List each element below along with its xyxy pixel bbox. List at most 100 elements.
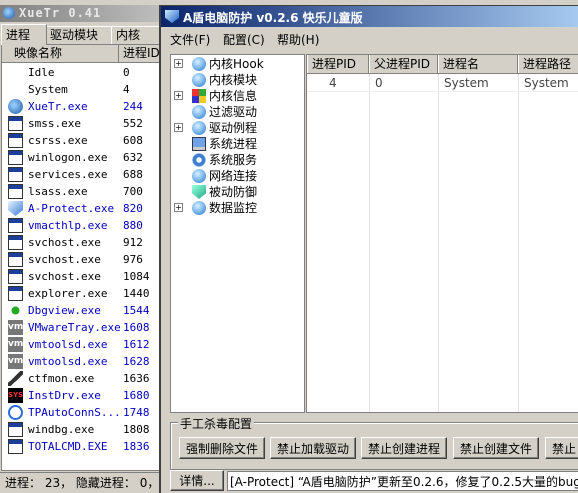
details-button[interactable]: 详情... <box>170 470 224 491</box>
block-file-create-button[interactable]: 禁止创建文件 <box>453 437 539 459</box>
process-row[interactable]: services.exe 688 <box>2 166 161 183</box>
xuetr-title-bar[interactable]: XueTr 0.41 <box>0 5 166 22</box>
process-row[interactable]: winlogon.exe 632 <box>2 149 161 166</box>
bottom-bar: 详情... [A-Protect] “A盾电脑防护”更新至0.2.6，修复了0.… <box>161 470 578 493</box>
process-pid: 0 <box>123 66 130 79</box>
column-process-pid[interactable]: 进程PID <box>307 55 369 73</box>
function-tree[interactable]: + 内核Hook 内核模块 + 内核信息 过滤驱动 + 驱动例程 系统进程 系统服务 网络连接 被动防… <box>170 54 305 413</box>
process-pid: 1440 <box>123 287 150 300</box>
aprotect-title-bar[interactable]: A盾电脑防护 v0.2.6 快乐儿童版 <box>161 6 578 27</box>
process-pid: 608 <box>123 134 143 147</box>
process-row[interactable]: Dbgview.exe 1544 <box>2 302 161 319</box>
log-message: [A-Protect] “A盾电脑防护”更新至0.2.6，修复了0.2.5大量的… <box>227 471 578 491</box>
expand-icon[interactable]: + <box>174 91 183 100</box>
process-pid: 1808 <box>123 423 150 436</box>
window-icon <box>8 133 23 148</box>
vmware-icon: vm <box>8 354 23 369</box>
computer-icon <box>192 137 206 151</box>
process-row[interactable]: csrss.exe 608 <box>2 132 161 149</box>
process-row[interactable]: A-Protect.exe 820 <box>2 200 161 217</box>
process-pid: 1748 <box>123 406 150 419</box>
winlogon-icon <box>8 150 23 165</box>
process-row[interactable]: TPAutoConnS... 1748 <box>2 404 161 421</box>
pen-icon <box>8 371 23 386</box>
process-pid: 976 <box>123 253 143 266</box>
process-name: VMwareTray.exe <box>28 321 121 334</box>
tab-process[interactable]: 进程 <box>1 24 47 45</box>
process-row[interactable]: lsass.exe 700 <box>2 183 161 200</box>
column-pid[interactable]: 进程ID <box>119 45 161 62</box>
process-row[interactable]: Idle 0 <box>2 64 161 81</box>
process-name: winlogon.exe <box>28 151 108 164</box>
windbg-icon <box>8 422 23 437</box>
process-row[interactable]: smss.exe 552 <box>2 115 161 132</box>
cell-parent-pid: 0 <box>375 76 383 90</box>
process-pid: 244 <box>123 100 143 113</box>
process-name: svchost.exe <box>28 236 101 249</box>
window-icon <box>8 269 23 284</box>
process-pid: 1628 <box>123 355 150 368</box>
process-list[interactable]: 映像名称 进程ID Idle 0 System 4 XueTr.exe 244 smss.e… <box>1 44 162 471</box>
xuetr-status-bar: 进程： 23， 隐藏进程： 0， <box>0 472 166 493</box>
column-parent-pid[interactable]: 父进程PID <box>369 55 438 73</box>
tab-kernel[interactable]: 内核 <box>111 26 165 44</box>
menu-file[interactable]: 文件(F) <box>170 31 210 48</box>
group-title: 手工杀毒配置 <box>178 415 255 432</box>
tree-item-label: 内核信息 <box>209 89 258 103</box>
gear-icon <box>192 153 206 167</box>
xuetr-title: XueTr 0.41 <box>19 6 102 20</box>
window-icon <box>8 116 23 131</box>
column-process-path[interactable]: 进程路径 <box>518 55 578 73</box>
process-list-header: 映像名称 进程ID <box>2 45 161 63</box>
process-row[interactable]: TOTALCMD.EXE 1836 <box>2 438 161 455</box>
process-table[interactable]: 进程PID 父进程PID 进程名 进程路径 4 0 System System <box>306 54 578 413</box>
process-row[interactable]: vmacthlp.exe 880 <box>2 217 161 234</box>
cell-process-name: System <box>444 76 489 90</box>
force-delete-file-button[interactable]: 强制删除文件 <box>179 437 265 459</box>
process-row[interactable]: svchost.exe 912 <box>2 234 161 251</box>
cell-process-path: System <box>524 76 569 90</box>
vmware-icon: vm <box>8 320 23 335</box>
expand-icon[interactable]: + <box>174 123 183 132</box>
process-count-status: 进程： 23， 隐藏进程： 0， <box>5 476 160 490</box>
process-name: A-Protect.exe <box>28 202 115 215</box>
process-row[interactable]: explorer.exe 1440 <box>2 285 161 302</box>
process-row[interactable]: vm vmtoolsd.exe 1612 <box>2 336 161 353</box>
menu-help[interactable]: 帮助(H) <box>277 31 319 48</box>
column-process-name[interactable]: 进程名 <box>438 55 518 73</box>
process-name: windbg.exe <box>28 423 95 436</box>
process-row[interactable]: ctfmon.exe 1636 <box>2 370 161 387</box>
window-icon <box>8 167 23 182</box>
tree-item-label: 内核Hook <box>209 57 264 71</box>
cell-pid: 4 <box>329 76 337 90</box>
process-name: svchost.exe <box>28 270 101 283</box>
process-name: TPAutoConnS... <box>28 406 121 419</box>
aprotect-window: A盾电脑防护 v0.2.6 快乐儿童版 文件(F) 配置(C) 帮助(H) + 内… <box>159 5 578 493</box>
process-pid: 820 <box>123 202 143 215</box>
tree-item-label: 系统服务 <box>209 153 258 167</box>
process-row[interactable]: SYS InstDrv.exe 1680 <box>2 387 161 404</box>
process-row[interactable]: svchost.exe 1084 <box>2 268 161 285</box>
process-row[interactable]: XueTr.exe 244 <box>2 98 161 115</box>
block-more-button[interactable]: 禁止 <box>545 437 578 459</box>
process-name: ctfmon.exe <box>28 372 95 385</box>
block-driver-load-button[interactable]: 禁止加载驱动 <box>270 437 356 459</box>
process-row[interactable]: System 4 <box>2 81 161 98</box>
process-row[interactable]: windbg.exe 1808 <box>2 421 161 438</box>
process-row[interactable]: vm vmtoolsd.exe 1628 <box>2 353 161 370</box>
process-name: Idle <box>28 66 55 79</box>
expand-icon[interactable]: + <box>174 59 183 68</box>
process-pid: 880 <box>123 219 143 232</box>
process-row[interactable]: svchost.exe 976 <box>2 251 161 268</box>
block-process-create-button[interactable]: 禁止创建进程 <box>361 437 447 459</box>
process-row[interactable]: vm VMwareTray.exe 1608 <box>2 319 161 336</box>
shield-icon <box>192 185 206 199</box>
sys-icon: SYS <box>8 388 23 403</box>
expand-icon[interactable]: + <box>174 203 183 212</box>
process-name: svchost.exe <box>28 253 101 266</box>
menu-config[interactable]: 配置(C) <box>223 31 265 48</box>
window-icon <box>8 235 23 250</box>
column-image-name[interactable]: 映像名称 <box>2 45 119 62</box>
tab-driver-modules[interactable]: 驱动模块 <box>45 26 119 44</box>
process-pid: 688 <box>123 168 143 181</box>
